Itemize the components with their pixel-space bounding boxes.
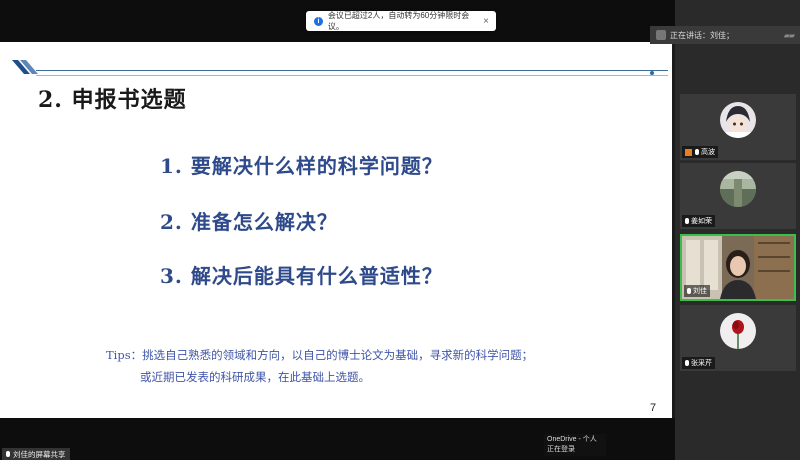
participant-name: 高波 (682, 146, 718, 158)
share-status-text: 刘佳的屏幕共享 (13, 449, 66, 459)
mic-icon (685, 218, 689, 224)
onedrive-status: 正在登录 (547, 446, 575, 453)
mic-icon (6, 451, 10, 457)
participant-tile-active[interactable]: 刘佳 (680, 234, 796, 301)
close-icon[interactable]: × (483, 16, 489, 27)
speaker-avatar (656, 30, 666, 40)
participant-name: 姜如荣 (682, 215, 715, 227)
question-3: 3. 解决后能具有什么普适性？ (160, 264, 443, 288)
mic-icon (695, 149, 699, 155)
tips-line-2: 或近期已发表的科研成果，在此基础上选题。 (140, 370, 370, 384)
info-icon: i (314, 16, 323, 26)
layout-icons[interactable]: ▰▰ (784, 31, 795, 40)
speaker-label: 正在讲话：刘佳； (670, 30, 734, 40)
screen-share-status: 刘佳的屏幕共享 (2, 448, 70, 460)
tips-text: Tips：挑选自己熟悉的领域和方向，以自己的博士论文为基础，寻求新的科学问题； … (106, 344, 533, 388)
mic-icon (685, 360, 689, 366)
participant-tile[interactable]: 高波 (680, 94, 796, 160)
participant-name-text: 张采芹 (691, 360, 712, 367)
avatar (720, 313, 756, 349)
participant-name: 刘佳 (684, 285, 710, 297)
participant-tile[interactable]: 张采芹 (680, 305, 796, 371)
tips-line-1: Tips：挑选自己熟悉的领域和方向，以自己的博士论文为基础，寻求新的科学问题； (106, 348, 534, 362)
participant-name-text: 刘佳 (693, 288, 707, 295)
slide-title: 2. 申报书选题 (38, 87, 187, 113)
avatar (720, 102, 756, 138)
participant-name: 张采芹 (682, 357, 715, 369)
mic-icon (687, 288, 691, 294)
notification-text: 会议已超过2人，自动转为60分钟限时会议。 (327, 11, 470, 31)
slide-logo (12, 60, 38, 74)
slide-divider-dot (650, 71, 654, 75)
participant-name-text: 姜如荣 (691, 218, 712, 225)
speaker-indicator: 正在讲话：刘佳； ▰▰ (650, 26, 800, 44)
page-number: 7 (650, 402, 657, 414)
meeting-notification: i 会议已超过2人，自动转为60分钟限时会议。 × (306, 11, 496, 31)
question-2: 2. 准备怎么解决？ (160, 210, 338, 234)
shared-slide: 2. 申报书选题 1. 要解决什么样的科学问题？ 2. 准备怎么解决？ 3. 解… (0, 42, 672, 418)
participants-panel (675, 0, 800, 460)
onedrive-title: OneDrive - 个人 (547, 436, 597, 443)
participant-name-text: 高波 (701, 149, 715, 156)
onedrive-toast[interactable]: OneDrive - 个人 正在登录 (544, 434, 606, 456)
participant-tile[interactable]: 姜如荣 (680, 163, 796, 229)
slide-divider (36, 70, 668, 71)
avatar (720, 171, 756, 207)
slide-divider-secondary (36, 75, 668, 76)
host-icon (685, 148, 692, 156)
question-1: 1. 要解决什么样的科学问题？ (160, 154, 443, 178)
